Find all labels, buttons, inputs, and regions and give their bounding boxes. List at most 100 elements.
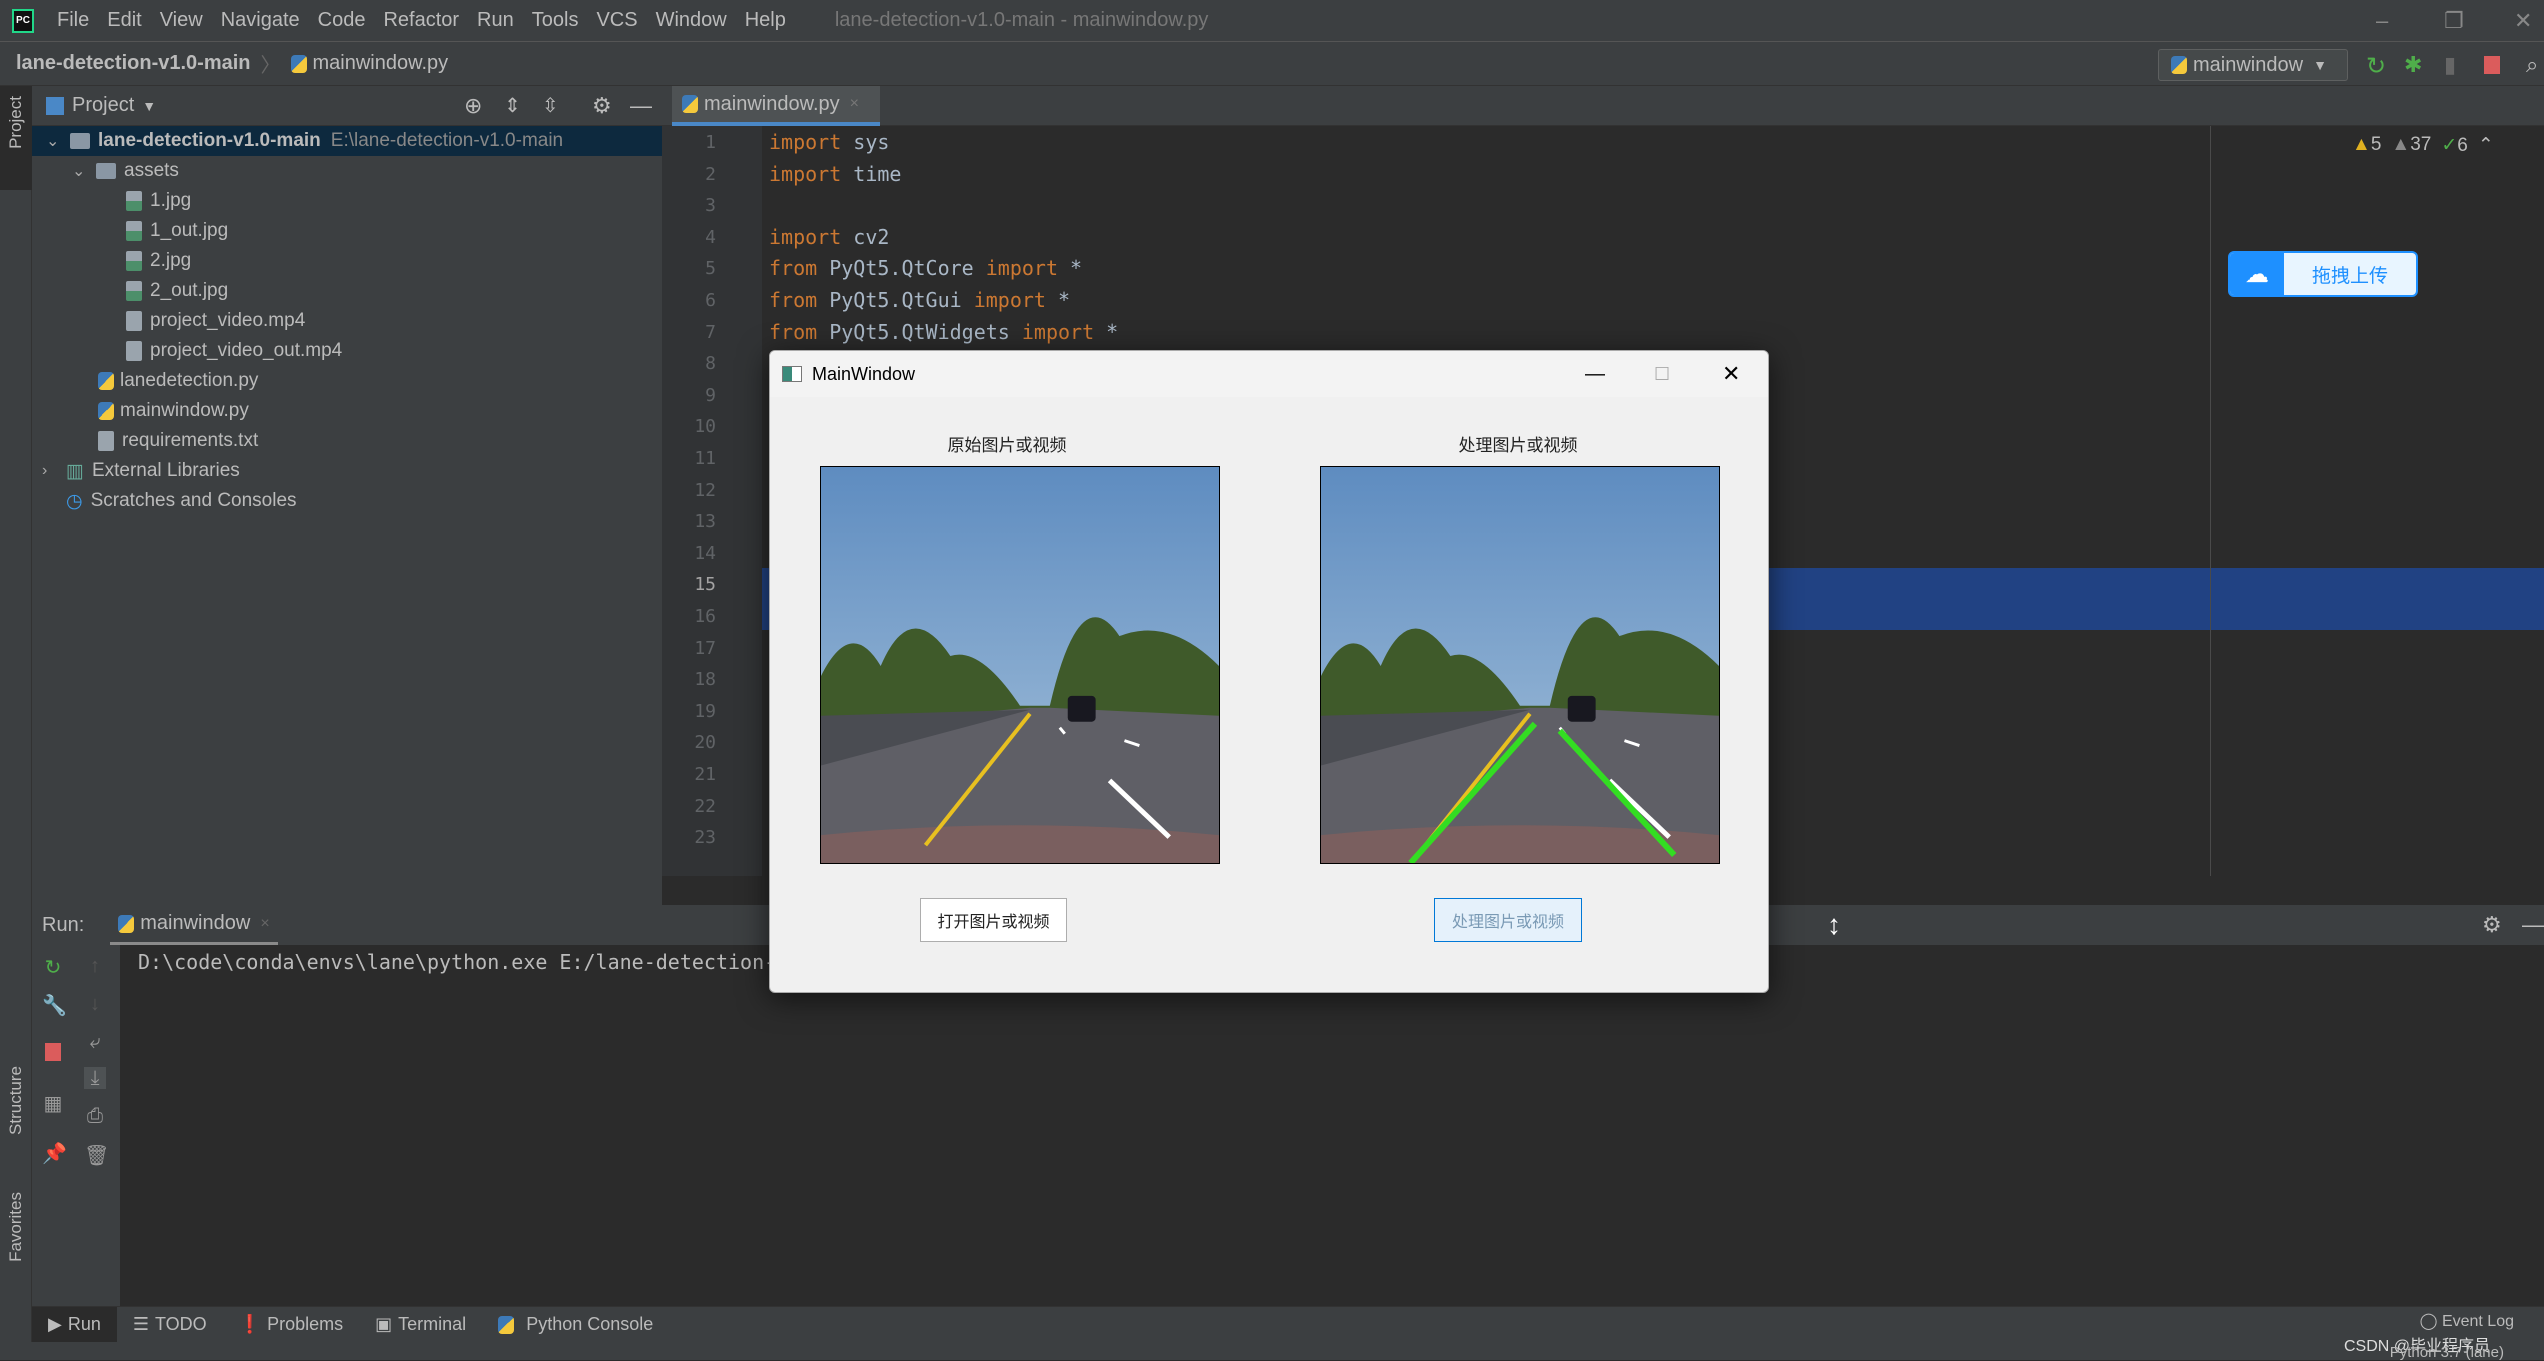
close-tab-icon[interactable]: × bbox=[260, 915, 269, 933]
chevron-up-icon[interactable]: ⌃ bbox=[2478, 134, 2494, 157]
menu-edit[interactable]: Edit bbox=[98, 9, 150, 32]
stop-icon[interactable] bbox=[2484, 56, 2500, 74]
pycharm-logo-icon: PC bbox=[12, 8, 34, 33]
run-toolbar-secondary: ↑ ↓ ⤶ ⤓ ⎙ 🗑 bbox=[74, 945, 120, 1306]
code-line: import time bbox=[769, 161, 902, 186]
root-path: E:\lane-detection-v1.0-main bbox=[330, 130, 564, 151]
menu-vcs[interactable]: VCS bbox=[587, 9, 646, 32]
folder-icon bbox=[70, 133, 90, 149]
tree-item-file[interactable]: 1_out.jpg bbox=[126, 216, 228, 246]
run-label: Run: bbox=[42, 913, 85, 936]
tab-label: mainwindow.py bbox=[704, 92, 840, 115]
tab-todo[interactable]: ☰ TODO bbox=[117, 1307, 223, 1343]
layout-icon[interactable]: ▦ bbox=[42, 1091, 64, 1115]
soft-wrap-icon[interactable]: ⤶ bbox=[84, 1031, 106, 1053]
menu-refactor[interactable]: Refactor bbox=[374, 9, 468, 32]
tab-mainwindow-py[interactable]: mainwindow.py × bbox=[672, 86, 880, 126]
run-configuration-select[interactable]: mainwindow ▼ bbox=[2158, 49, 2348, 81]
wrench-icon[interactable]: 🔧 bbox=[42, 993, 67, 1017]
tree-item-root[interactable]: ⌄ lane-detection-v1.0-main E:\lane-detec… bbox=[32, 126, 662, 156]
tab-run[interactable]: ▶ Run bbox=[32, 1306, 117, 1343]
tree-item-file[interactable]: lanedetection.py bbox=[98, 366, 258, 396]
collapse-all-icon[interactable]: ⇳ bbox=[542, 93, 559, 118]
structure-tool-tab[interactable]: Structure bbox=[6, 1066, 26, 1135]
resize-cursor-icon: ↕ bbox=[1827, 909, 1841, 940]
tab-python-console[interactable]: Python Console bbox=[482, 1307, 669, 1343]
tree-item-file[interactable]: mainwindow.py bbox=[98, 396, 249, 426]
maximize-icon[interactable]: ☐ bbox=[1654, 364, 1670, 385]
gear-icon[interactable]: ⚙ bbox=[592, 93, 612, 119]
python-icon bbox=[498, 1315, 515, 1334]
menu-view[interactable]: View bbox=[151, 9, 212, 32]
menu-help[interactable]: Help bbox=[736, 9, 795, 32]
menu-navigate[interactable]: Navigate bbox=[212, 9, 309, 32]
menu-tools[interactable]: Tools bbox=[523, 9, 588, 32]
typo-count[interactable]: ✓6 bbox=[2441, 134, 2468, 157]
python-file-icon bbox=[290, 54, 307, 73]
scroll-to-end-icon[interactable]: ⤓ bbox=[84, 1067, 106, 1089]
project-panel-title[interactable]: Project bbox=[72, 94, 134, 117]
search-icon[interactable]: ⌕ bbox=[2526, 52, 2544, 77]
rerun-icon[interactable]: ↻ bbox=[42, 955, 64, 979]
menu-file[interactable]: File bbox=[48, 9, 98, 32]
stop-icon[interactable] bbox=[45, 1043, 61, 1061]
line-number: 2 bbox=[705, 163, 716, 185]
hide-icon[interactable]: — bbox=[630, 93, 652, 119]
warning-count[interactable]: ▲5 bbox=[2352, 134, 2381, 157]
console-output[interactable]: D:\code\conda\envs\lane\python.exe E:/la… bbox=[138, 950, 776, 974]
tab-terminal[interactable]: ▣ Terminal bbox=[359, 1307, 482, 1343]
weak-warning-count[interactable]: ▲37 bbox=[2391, 134, 2431, 157]
tab-run-mainwindow[interactable]: mainwindow × bbox=[110, 905, 278, 945]
breadcrumb-file[interactable]: mainwindow.py bbox=[313, 52, 449, 75]
library-icon: ▥ bbox=[66, 460, 84, 482]
project-tool-tab[interactable]: Project bbox=[6, 96, 26, 149]
arrow-down-icon[interactable]: ↓ bbox=[84, 993, 106, 1015]
print-icon[interactable]: ⎙ bbox=[84, 1105, 106, 1127]
close-tab-icon[interactable]: × bbox=[850, 95, 859, 113]
hide-icon[interactable]: — bbox=[2522, 912, 2544, 938]
event-log-button[interactable]: ◯ Event Log bbox=[2420, 1311, 2514, 1331]
tree-item-file[interactable]: 1.jpg bbox=[126, 186, 191, 216]
line-number: 15 bbox=[694, 574, 716, 596]
favorites-tool-tab[interactable]: Favorites bbox=[6, 1192, 26, 1262]
tab-problems[interactable]: ❗ Problems bbox=[223, 1307, 359, 1343]
original-image bbox=[820, 466, 1220, 864]
open-media-button[interactable]: 打开图片或视频 bbox=[920, 898, 1067, 942]
close-icon[interactable]: ✕ bbox=[2514, 8, 2532, 34]
line-number: 7 bbox=[705, 321, 716, 343]
gear-icon[interactable]: ⚙ bbox=[2482, 912, 2502, 938]
process-media-button[interactable]: 处理图片或视频 bbox=[1434, 898, 1582, 942]
coverage-icon[interactable]: ▮ bbox=[2444, 52, 2466, 77]
tree-item-scratches[interactable]: ◷ Scratches and Consoles bbox=[66, 486, 297, 516]
close-icon[interactable]: ✕ bbox=[1722, 361, 1740, 387]
arrow-up-icon[interactable]: ↑ bbox=[84, 955, 106, 977]
tree-item-label: project_video.mp4 bbox=[150, 310, 306, 331]
minimize-icon[interactable]: – bbox=[2376, 8, 2388, 34]
tree-item-file[interactable]: 2_out.jpg bbox=[126, 276, 228, 306]
menu-window[interactable]: Window bbox=[647, 9, 736, 32]
expand-all-icon[interactable]: ⇕ bbox=[504, 93, 521, 118]
minimize-icon[interactable]: — bbox=[1585, 363, 1605, 386]
tree-item-external-libraries[interactable]: › ▥ External Libraries bbox=[42, 456, 240, 486]
interpreter-status[interactable]: Python 3.7 (lane) bbox=[2390, 1345, 2504, 1360]
breadcrumb-project[interactable]: lane-detection-v1.0-main bbox=[16, 52, 251, 75]
baidu-upload-widget[interactable]: ☁ 拖拽上传 bbox=[2228, 251, 2418, 297]
tree-item-file[interactable]: project_video.mp4 bbox=[126, 306, 305, 336]
menu-run[interactable]: Run bbox=[468, 9, 523, 32]
locate-icon[interactable]: ⊕ bbox=[464, 93, 482, 119]
pin-icon[interactable]: 📌 bbox=[42, 1141, 67, 1165]
menu-code[interactable]: Code bbox=[309, 9, 375, 32]
chevron-down-icon[interactable]: ▼ bbox=[142, 98, 156, 114]
tree-item-file[interactable]: 2.jpg bbox=[126, 246, 191, 276]
inspection-widget[interactable]: ▲5 ▲37 ✓6 ⌃ bbox=[2352, 134, 2494, 157]
tree-item-file[interactable]: requirements.txt bbox=[98, 426, 258, 456]
dialog-title: MainWindow bbox=[812, 363, 916, 384]
line-number: 4 bbox=[705, 226, 716, 248]
tree-item-file[interactable]: project_video_out.mp4 bbox=[126, 336, 342, 366]
debug-icon[interactable]: ✱ bbox=[2404, 52, 2426, 77]
line-number: 22 bbox=[694, 795, 716, 817]
rerun-icon[interactable]: ↻ bbox=[2366, 52, 2388, 80]
tree-item-assets[interactable]: ⌄ assets bbox=[72, 156, 179, 186]
trash-icon[interactable]: 🗑 bbox=[84, 1143, 109, 1167]
restore-icon[interactable]: ❐ bbox=[2444, 8, 2464, 34]
